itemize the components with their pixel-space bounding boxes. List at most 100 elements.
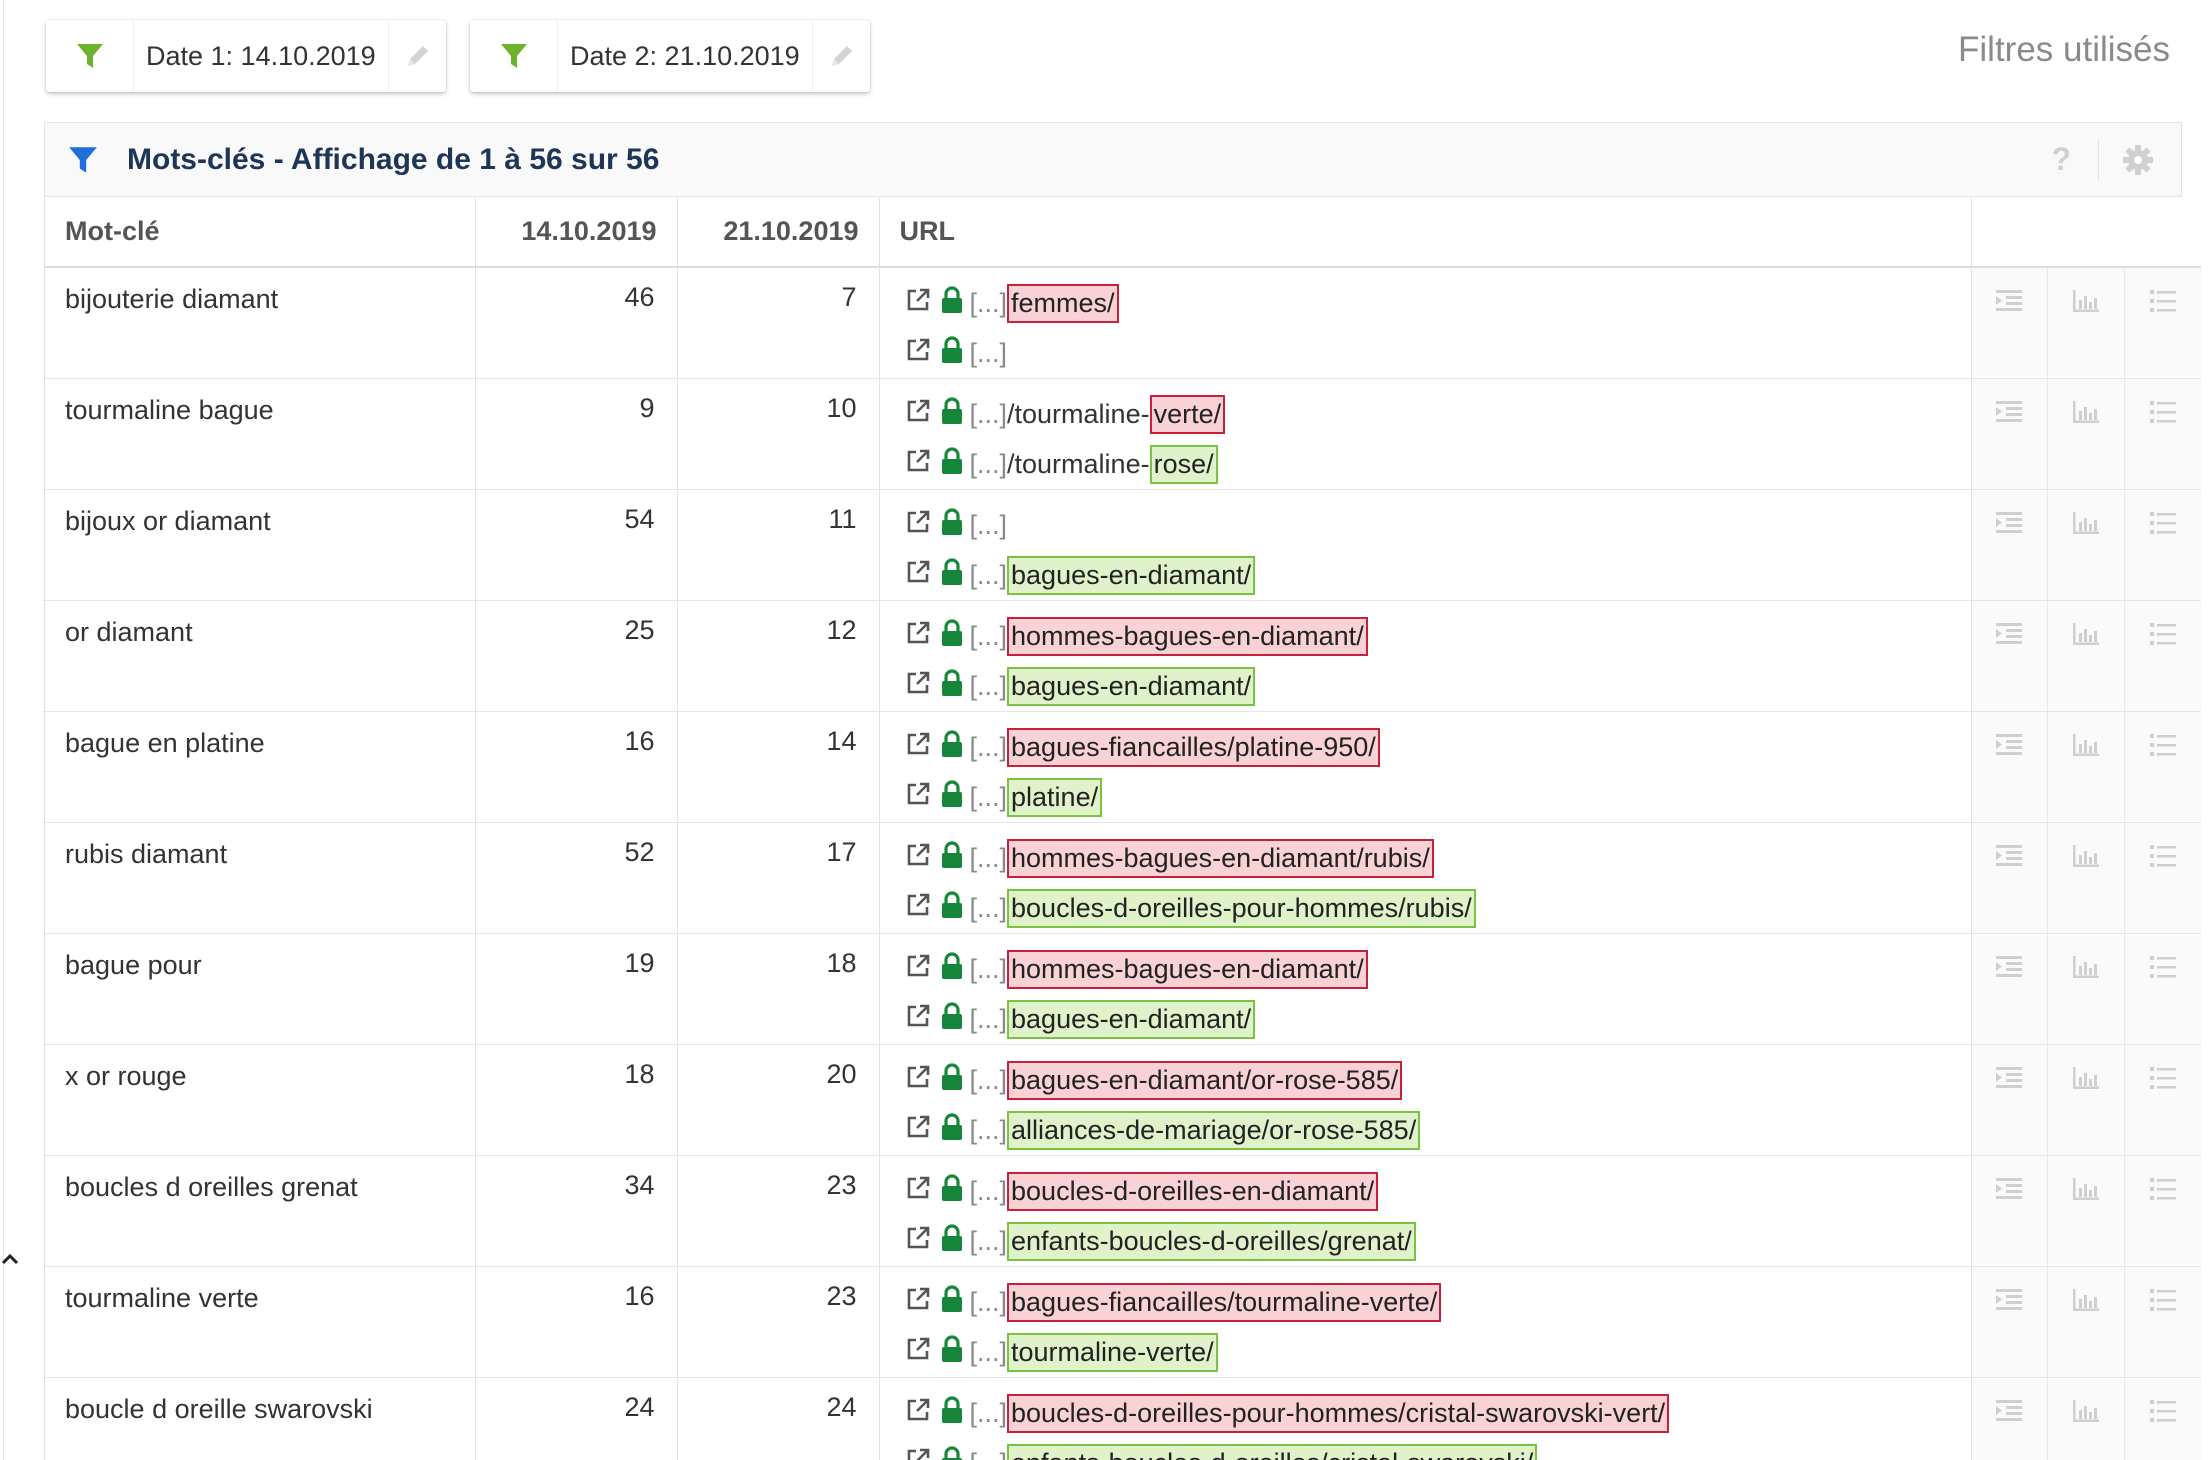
bullet-list-icon[interactable] <box>2125 1156 2201 1266</box>
indent-list-icon[interactable] <box>1971 712 2049 822</box>
bullet-list-icon[interactable] <box>2125 1378 2201 1460</box>
keyword-cell[interactable]: bague en platine <box>45 711 476 823</box>
bar-chart-icon[interactable] <box>2048 1378 2126 1460</box>
filter-chip-date2[interactable]: Date 2: 21.10.2019 <box>470 20 870 92</box>
keyword-cell[interactable]: boucles d oreilles grenat <box>45 1155 476 1267</box>
indent-list-icon[interactable] <box>1971 1378 2049 1460</box>
url-path[interactable]: boucles-d-oreilles-en-diamant/ <box>1007 1171 1379 1211</box>
external-link-icon[interactable] <box>904 1446 932 1460</box>
indent-list-icon[interactable] <box>1971 268 2049 378</box>
url-path[interactable]: hommes-bagues-en-diamant/ <box>1007 616 1368 656</box>
indent-list-icon[interactable] <box>1971 490 2049 600</box>
bar-chart-icon[interactable] <box>2048 268 2126 378</box>
url-path[interactable]: verte/ <box>1149 394 1226 434</box>
bar-chart-icon[interactable] <box>2048 379 2126 489</box>
url-path[interactable]: rose/ <box>1149 444 1218 484</box>
external-link-icon[interactable] <box>904 1224 932 1259</box>
bar-chart-icon[interactable] <box>2048 601 2126 711</box>
external-link-icon[interactable] <box>904 508 932 543</box>
bullet-list-icon[interactable] <box>2125 379 2201 489</box>
url-path[interactable]: femmes/ <box>1007 283 1119 323</box>
indent-list-icon[interactable] <box>1971 934 2049 1044</box>
bar-chart-icon[interactable] <box>2048 1156 2126 1266</box>
keyword-cell[interactable]: bijoux or diamant <box>45 489 476 601</box>
indent-list-icon[interactable] <box>1971 601 2049 711</box>
keyword-cell[interactable]: tourmaline bague <box>45 378 476 490</box>
col-header-url[interactable]: URL <box>879 197 1972 268</box>
bar-chart-icon[interactable] <box>2048 934 2126 1044</box>
url-path[interactable]: bagues-en-diamant/ <box>1007 999 1256 1039</box>
bullet-list-icon[interactable] <box>2125 1267 2201 1377</box>
indent-list-icon[interactable] <box>1971 1045 2049 1155</box>
url-path[interactable]: bagues-fiancailles/tourmaline-verte/ <box>1007 1282 1442 1322</box>
bullet-list-icon[interactable] <box>2125 712 2201 822</box>
url-prefix: [...] <box>969 892 1008 923</box>
indent-list-icon[interactable] <box>1971 1267 2049 1377</box>
url-path[interactable]: enfants-boucles-d-oreilles/cristal-swaro… <box>1007 1443 1538 1460</box>
external-link-icon[interactable] <box>904 1002 932 1037</box>
indent-list-icon[interactable] <box>1971 823 2049 933</box>
external-link-icon[interactable] <box>904 841 932 876</box>
external-link-icon[interactable] <box>904 1285 932 1320</box>
external-link-icon[interactable] <box>904 397 932 432</box>
external-link-icon[interactable] <box>904 1113 932 1148</box>
funnel-icon[interactable] <box>67 144 117 176</box>
bar-chart-icon[interactable] <box>2048 712 2126 822</box>
keyword-cell[interactable]: x or rouge <box>45 1044 476 1156</box>
keyword-cell[interactable]: or diamant <box>45 600 476 712</box>
url-path[interactable]: hommes-bagues-en-diamant/rubis/ <box>1007 838 1434 878</box>
bar-chart-icon[interactable] <box>2048 1267 2126 1377</box>
url-path[interactable]: tourmaline-verte/ <box>1007 1332 1218 1372</box>
lock-icon <box>940 1223 964 1259</box>
keyword-cell[interactable]: bijouterie diamant <box>45 267 476 379</box>
keyword-cell[interactable]: rubis diamant <box>45 822 476 934</box>
bar-chart-icon[interactable] <box>2048 490 2126 600</box>
external-link-icon[interactable] <box>904 1174 932 1209</box>
bar-chart-icon[interactable] <box>2048 1045 2126 1155</box>
external-link-icon[interactable] <box>904 619 932 654</box>
pencil-icon[interactable] <box>812 20 870 92</box>
external-link-icon[interactable] <box>904 891 932 926</box>
external-link-icon[interactable] <box>904 1335 932 1370</box>
external-link-icon[interactable] <box>904 1396 932 1431</box>
scroll-up-chevron-icon[interactable] <box>0 1245 24 1269</box>
bullet-list-icon[interactable] <box>2125 490 2201 600</box>
external-link-icon[interactable] <box>904 336 932 371</box>
url-path[interactable]: bagues-en-diamant/ <box>1007 555 1256 595</box>
indent-list-icon[interactable] <box>1971 1156 2049 1266</box>
col-header-keyword[interactable]: Mot-clé <box>45 197 476 268</box>
keyword-cell[interactable]: boucle d oreille swarovski <box>45 1377 476 1460</box>
bullet-list-icon[interactable] <box>2125 1045 2201 1155</box>
external-link-icon[interactable] <box>904 447 932 482</box>
col-header-date2[interactable]: 21.10.2019 <box>677 197 880 268</box>
url-path[interactable]: boucles-d-oreilles-pour-hommes/cristal-s… <box>1007 1393 1670 1433</box>
keyword-cell[interactable]: bague pour <box>45 933 476 1045</box>
bullet-list-icon[interactable] <box>2125 268 2201 378</box>
filter-chip-date1[interactable]: Date 1: 14.10.2019 <box>46 20 446 92</box>
url-path[interactable]: platine/ <box>1007 777 1103 817</box>
external-link-icon[interactable] <box>904 558 932 593</box>
bullet-list-icon[interactable] <box>2125 601 2201 711</box>
external-link-icon[interactable] <box>904 669 932 704</box>
bar-chart-icon[interactable] <box>2048 823 2126 933</box>
help-icon[interactable]: ? <box>2051 141 2071 178</box>
pencil-icon[interactable] <box>388 20 446 92</box>
url-path[interactable]: boucles-d-oreilles-pour-hommes/rubis/ <box>1007 888 1476 928</box>
bullet-list-icon[interactable] <box>2125 934 2201 1044</box>
url-path[interactable]: bagues-en-diamant/or-rose-585/ <box>1007 1060 1403 1100</box>
bullet-list-icon[interactable] <box>2125 823 2201 933</box>
url-path[interactable]: alliances-de-mariage/or-rose-585/ <box>1007 1110 1421 1150</box>
external-link-icon[interactable] <box>904 952 932 987</box>
gear-icon[interactable] <box>2121 143 2155 177</box>
keyword-cell[interactable]: tourmaline verte <box>45 1266 476 1378</box>
url-path[interactable]: bagues-en-diamant/ <box>1007 666 1256 706</box>
external-link-icon[interactable] <box>904 780 932 815</box>
external-link-icon[interactable] <box>904 730 932 765</box>
external-link-icon[interactable] <box>904 286 932 321</box>
indent-list-icon[interactable] <box>1971 379 2049 489</box>
url-path[interactable]: hommes-bagues-en-diamant/ <box>1007 949 1368 989</box>
external-link-icon[interactable] <box>904 1063 932 1098</box>
url-path[interactable]: enfants-boucles-d-oreilles/grenat/ <box>1007 1221 1416 1261</box>
col-header-date1[interactable]: 14.10.2019 <box>475 197 678 268</box>
url-path[interactable]: bagues-fiancailles/platine-950/ <box>1007 727 1380 767</box>
